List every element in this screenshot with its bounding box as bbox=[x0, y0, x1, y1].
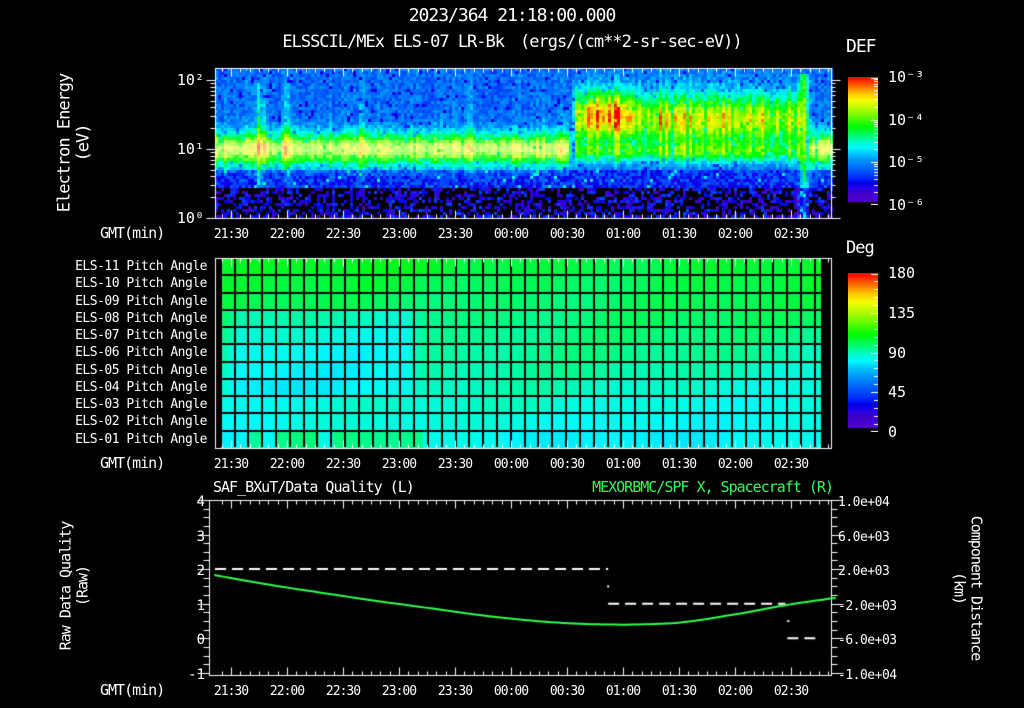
distance-tick-label: 2.0e+03 bbox=[838, 564, 890, 580]
time-tick-label: 21:30 bbox=[213, 227, 249, 242]
quality-tick-label: -1 bbox=[188, 667, 205, 683]
time-tick-label: 22:00 bbox=[269, 684, 305, 699]
time-tick-label: 01:30 bbox=[661, 227, 697, 242]
distance-tick-label: -6.0e+03 bbox=[838, 633, 897, 649]
time-tick-label: 01:30 bbox=[661, 457, 697, 472]
def-colorbar-title: DEF bbox=[846, 36, 876, 57]
def-colorbar-tick-label: 10⁻⁵ bbox=[888, 153, 925, 172]
energy-spectrogram-plot bbox=[195, 58, 845, 233]
pitch-row-label: ELS-06 Pitch Angle bbox=[75, 345, 207, 361]
page-title: 2023/364 21:18:00.000 bbox=[408, 5, 617, 26]
time-tick-label: 01:00 bbox=[605, 457, 641, 472]
quality-y-axis-label: Raw Data Quality (Raw) bbox=[56, 521, 92, 651]
pitch-row-label: ELS-09 Pitch Angle bbox=[75, 293, 207, 309]
deg-colorbar-tick-label: 0 bbox=[888, 423, 898, 441]
def-colorbar-tick-label: 10⁻³ bbox=[888, 68, 925, 86]
spectrogram-y-axis-label: Electron Energy (eV) bbox=[54, 73, 93, 213]
bottom-left-series-title: SAF_BXuT/Data Quality (L) bbox=[213, 478, 415, 496]
distance-tick-label: -2.0e+03 bbox=[838, 598, 897, 614]
deg-colorbar-title: Deg bbox=[846, 238, 875, 258]
gmt-label-bottom: GMT(min) bbox=[100, 681, 165, 699]
pitch-row-label: ELS-03 Pitch Angle bbox=[75, 397, 207, 413]
distance-y-axis-label-text: Component Distance bbox=[967, 515, 986, 661]
time-tick-label: 01:30 bbox=[661, 684, 697, 699]
gmt-label-middle: GMT(min) bbox=[100, 454, 165, 472]
pitch-row-label: ELS-08 Pitch Angle bbox=[75, 310, 207, 326]
quality-tick-label: 4 bbox=[196, 494, 205, 510]
distance-y-axis-units: (km) bbox=[951, 571, 969, 605]
deg-colorbar-tick-label: 45 bbox=[888, 383, 907, 402]
deg-colorbar-tick-label: 90 bbox=[888, 343, 907, 362]
quality-tick-label: 1 bbox=[196, 597, 205, 614]
distance-tick-label: -1.0e+04 bbox=[838, 668, 897, 683]
time-tick-label: 02:30 bbox=[773, 227, 809, 242]
time-tick-label: 00:30 bbox=[549, 684, 585, 699]
pitch-angle-plot bbox=[195, 248, 845, 453]
distance-tick-label: 1.0e+04 bbox=[838, 495, 890, 510]
time-tick-label: 23:30 bbox=[437, 227, 473, 242]
quality-tick-label: 2 bbox=[196, 563, 205, 580]
distance-tick-label: 6.0e+03 bbox=[838, 529, 890, 545]
time-tick-label: 21:30 bbox=[213, 684, 249, 699]
gmt-label-top: GMT(min) bbox=[100, 224, 165, 242]
time-tick-label: 22:00 bbox=[269, 227, 305, 242]
time-tick-label: 21:30 bbox=[213, 457, 249, 472]
pitch-row-label: ELS-10 Pitch Angle bbox=[75, 276, 207, 292]
time-tick-label: 01:00 bbox=[605, 684, 641, 699]
deg-colorbar-tick-label: 135 bbox=[888, 303, 916, 322]
time-tick-label: 00:00 bbox=[493, 227, 529, 242]
time-tick-label: 22:30 bbox=[325, 457, 361, 472]
time-tick-label: 00:00 bbox=[493, 457, 529, 472]
time-tick-label: 23:00 bbox=[381, 457, 417, 472]
energy-tick-label: 10¹ bbox=[176, 140, 204, 158]
deg-colorbar bbox=[848, 273, 878, 432]
pitch-row-label: ELS-02 Pitch Angle bbox=[75, 414, 207, 430]
time-tick-label: 23:30 bbox=[437, 684, 473, 699]
pitch-row-label: ELS-05 Pitch Angle bbox=[75, 362, 207, 378]
spectrogram-y-axis-label-text: Electron Energy bbox=[54, 73, 75, 213]
bottom-right-series-title: MEXORBMC/SPF X, Spacecraft (R) bbox=[592, 478, 834, 496]
time-tick-label: 23:00 bbox=[381, 684, 417, 699]
deg-colorbar-tick-label: 180 bbox=[888, 264, 916, 282]
time-tick-label: 02:00 bbox=[717, 684, 753, 699]
time-tick-label: 22:30 bbox=[325, 227, 361, 242]
pitch-row-label: ELS-07 Pitch Angle bbox=[75, 328, 207, 344]
energy-tick-label: 10⁰ bbox=[176, 209, 204, 227]
quality-y-axis-label-text: Raw Data Quality bbox=[56, 521, 75, 651]
energy-tick-label: 10² bbox=[176, 71, 204, 89]
time-tick-label: 00:30 bbox=[549, 457, 585, 472]
time-tick-label: 23:30 bbox=[437, 457, 473, 472]
plot-screen: 2023/364 21:18:00.000 ELSSCIL/MEx ELS-07… bbox=[0, 0, 1024, 708]
distance-y-axis-label: Component Distance (km) bbox=[951, 515, 986, 661]
time-tick-label: 00:30 bbox=[549, 227, 585, 242]
time-tick-label: 22:30 bbox=[325, 684, 361, 699]
def-colorbar-tick-label: 10⁻⁴ bbox=[888, 110, 925, 129]
pitch-row-label: ELS-01 Pitch Angle bbox=[75, 431, 207, 447]
time-tick-label: 22:00 bbox=[269, 457, 305, 472]
quality-distance-plot bbox=[195, 490, 845, 685]
time-tick-label: 02:30 bbox=[773, 457, 809, 472]
pitch-row-label: ELS-04 Pitch Angle bbox=[75, 379, 207, 395]
instrument-label: ELSSCIL/MEx ELS-07 LR-Bk bbox=[282, 32, 505, 52]
pitch-row-label: ELS-11 Pitch Angle bbox=[75, 259, 207, 274]
time-tick-label: 02:00 bbox=[717, 227, 753, 242]
time-tick-label: 02:00 bbox=[717, 457, 753, 472]
quality-tick-label: 0 bbox=[196, 632, 205, 649]
time-tick-label: 01:00 bbox=[605, 227, 641, 242]
time-tick-label: 02:30 bbox=[773, 684, 809, 699]
spectrogram-y-axis-units: (eV) bbox=[73, 124, 93, 162]
time-tick-label: 23:00 bbox=[381, 227, 417, 242]
def-colorbar bbox=[848, 77, 878, 205]
quality-tick-label: 3 bbox=[196, 528, 205, 545]
time-tick-label: 00:00 bbox=[493, 684, 529, 699]
units-label: (ergs/(cm**2-sr-sec-eV)) bbox=[520, 32, 743, 52]
def-colorbar-tick-label: 10⁻⁶ bbox=[888, 196, 925, 215]
quality-y-axis-units: (Raw) bbox=[73, 565, 91, 607]
